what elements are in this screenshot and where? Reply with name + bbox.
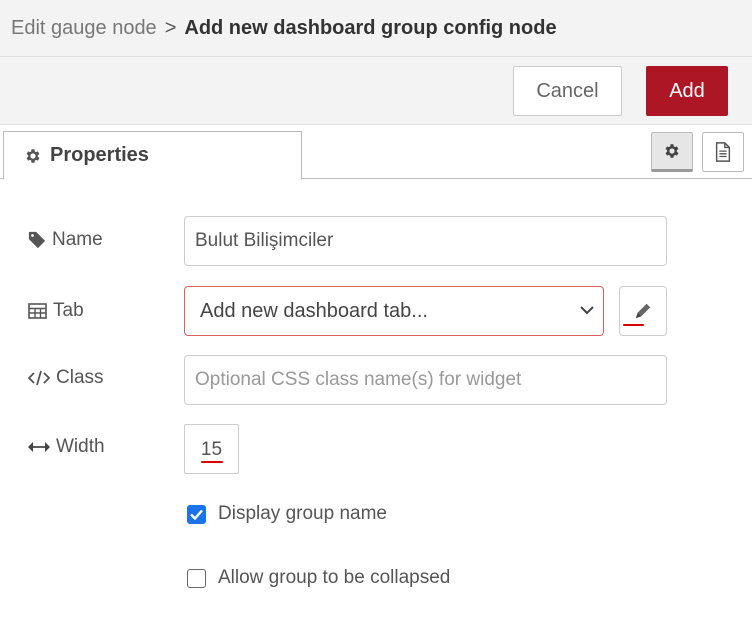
code-icon — [28, 370, 50, 386]
allow-collapse-label: Allow group to be collapsed — [218, 567, 451, 588]
tag-icon — [28, 231, 46, 249]
tab-label-row: Tab — [28, 300, 84, 322]
class-label-row: Class — [28, 367, 104, 389]
table-icon — [28, 303, 47, 319]
tab-label: Tab — [53, 300, 84, 321]
width-label-row: Width — [28, 436, 105, 458]
class-label: Class — [56, 367, 104, 388]
settings-tab-button[interactable] — [651, 132, 693, 172]
width-size-picker[interactable]: 15 — [184, 424, 239, 474]
chevron-down-icon — [580, 306, 594, 315]
dialog-action-bar: Cancel Add — [0, 57, 752, 125]
allow-collapse-row[interactable]: Allow group to be collapsed — [187, 567, 450, 589]
tab-properties[interactable]: Properties — [3, 131, 302, 180]
tab-properties-label: Properties — [50, 144, 149, 166]
gear-icon — [26, 148, 40, 163]
spell-underline-mark — [623, 324, 644, 326]
tab-bar: Properties — [0, 125, 752, 180]
name-label-row: Name — [28, 229, 103, 251]
allow-collapse-checkbox[interactable] — [187, 568, 206, 588]
info-tab-button[interactable] — [702, 132, 744, 172]
class-input[interactable]: Optional CSS class name(s) for widget — [184, 355, 667, 405]
gear-icon — [665, 144, 679, 158]
name-label: Name — [52, 229, 103, 250]
cancel-button[interactable]: Cancel — [513, 66, 622, 116]
tab-select[interactable]: Add new dashboard tab... — [184, 286, 604, 336]
name-input[interactable]: Bulut Bilişimciler — [184, 216, 667, 266]
dialog-title: Add new dashboard group config node — [184, 16, 557, 39]
dialog-title-bar: Edit gauge node > Add new dashboard grou… — [0, 0, 752, 57]
display-group-name-label: Display group name — [218, 503, 387, 524]
pencil-icon — [635, 303, 651, 319]
breadcrumb-parent[interactable]: Edit gauge node — [11, 17, 157, 40]
checkmark-icon — [190, 509, 203, 520]
display-group-name-checkbox[interactable] — [187, 504, 206, 524]
add-button[interactable]: Add — [646, 66, 728, 116]
edit-tab-button[interactable] — [619, 286, 667, 336]
document-icon — [715, 142, 731, 162]
width-value: 15 — [200, 439, 223, 460]
horizontal-arrows-icon — [28, 442, 50, 452]
display-group-name-row[interactable]: Display group name — [187, 503, 387, 525]
breadcrumb-separator: > — [164, 16, 177, 39]
spell-underline-mark — [201, 461, 223, 463]
width-label: Width — [56, 436, 105, 457]
tab-select-value: Add new dashboard tab... — [200, 299, 428, 322]
